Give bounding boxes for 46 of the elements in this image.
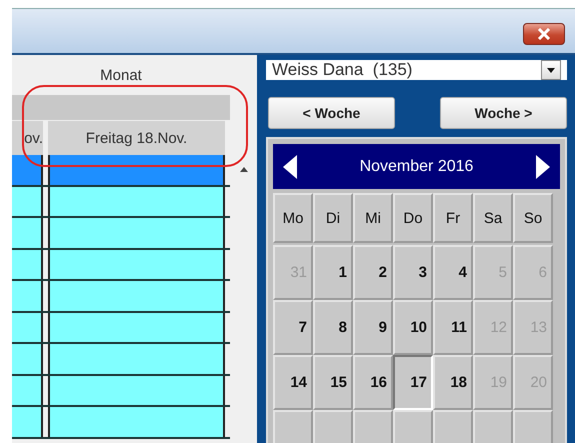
weekday-label: Sa [473,193,513,243]
schedule-row[interactable] [12,155,230,186]
schedule-row[interactable] [12,186,230,218]
calendar-day[interactable]: 7 [273,300,313,355]
weekday-label: Fr [433,193,473,243]
right-triangle-icon [536,154,550,178]
column-header[interactable]: ov. [12,120,43,155]
weekday-label: Mi [353,193,393,243]
calendar-day[interactable]: 14 [273,355,313,410]
employee-dropdown[interactable]: Weiss Dana (135) [266,60,567,80]
calendar-day[interactable]: 9 [353,300,393,355]
close-icon [537,28,551,40]
schedule-row[interactable] [12,344,230,376]
calendar-day[interactable]: 10 [393,300,433,355]
schedule-row[interactable] [12,312,230,344]
week-button[interactable]: < Woche [268,97,395,129]
weekday-label: Di [313,193,353,243]
calendar-day[interactable]: 3 [393,245,433,300]
weekday-label: So [513,193,553,243]
calendar-day[interactable]: 16 [353,355,393,410]
view-label: Monat [99,66,143,86]
scroll-up-icon[interactable] [240,167,248,172]
calendar-day[interactable]: 8 [313,300,353,355]
calendar-day[interactable]: 18 [433,355,473,410]
schedule-row[interactable] [12,218,230,250]
schedule-row[interactable] [12,376,230,407]
week-button[interactable]: Woche > [440,97,567,129]
schedule-row[interactable] [12,281,230,312]
previous-month-button[interactable] [283,154,297,178]
weekday-label: Do [393,193,433,243]
weekday-label: Mo [273,193,313,243]
close-button[interactable] [523,23,565,45]
calendar-day[interactable]: 11 [433,300,473,355]
calendar-day[interactable]: 4 [433,245,473,300]
caret-icon [547,68,555,72]
calendar-day[interactable]: 1 [313,245,353,300]
month-label: November 2016 [360,158,474,176]
calendar-day[interactable]: 17 [393,355,433,410]
schedule-row[interactable] [12,407,230,438]
calendar-day[interactable]: 2 [353,245,393,300]
calendar-day[interactable]: 15 [313,355,353,410]
next-month-button[interactable] [536,154,550,178]
left-triangle-icon [283,154,297,178]
dropdown-button[interactable] [541,60,561,80]
schedule-row[interactable] [12,250,230,281]
column-header[interactable]: Freitag 18.Nov. [48,120,225,155]
